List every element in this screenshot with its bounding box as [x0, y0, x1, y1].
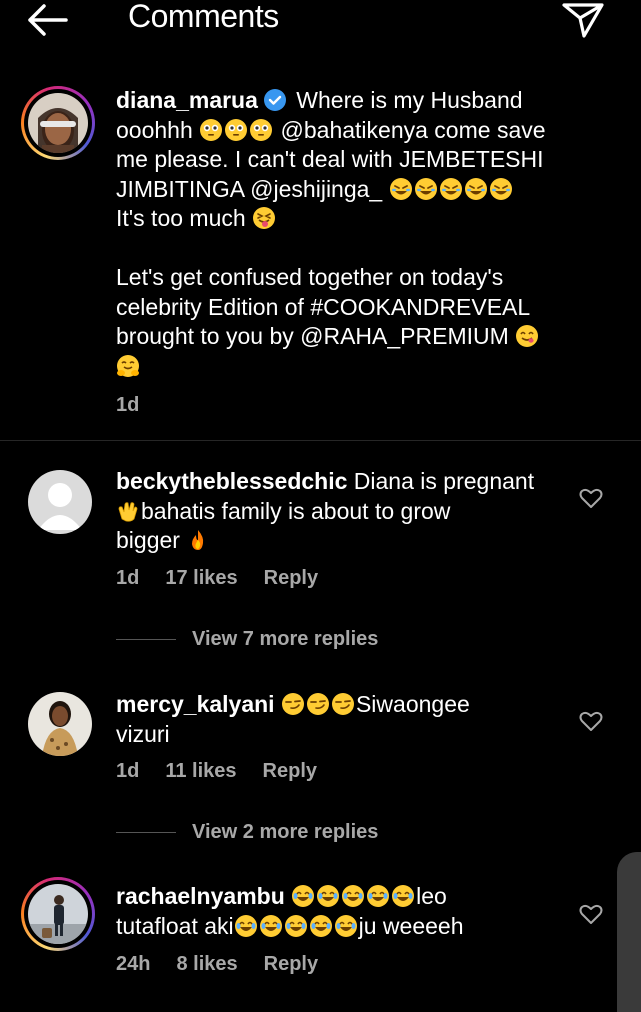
comment-body: beckytheblessedchic Diana is pregnant ba…: [116, 467, 566, 556]
divider: [116, 639, 176, 640]
clap-emoji-icon: [118, 501, 138, 522]
reply-button[interactable]: Reply: [264, 953, 318, 975]
flushed-emoji-icon: [250, 118, 273, 141]
hug-emoji-icon: [116, 353, 140, 378]
caption-text: JIMBITINGA @jeshijinga_: [116, 175, 383, 202]
rofl-emoji-icon: [413, 176, 438, 201]
tongue-emoji-icon: [252, 206, 276, 230]
post-caption: diana_marua Where is my Husband ooohhh @…: [0, 84, 641, 440]
view-more-replies[interactable]: View 2 more replies: [116, 821, 378, 844]
reply-button[interactable]: Reply: [264, 567, 318, 589]
share-button[interactable]: [560, 0, 606, 40]
comment-text: bigger: [116, 527, 180, 553]
comment-time: 24h: [116, 953, 151, 975]
comment-meta: 1d 17 likes Reply: [116, 567, 344, 590]
rofl-emoji-icon: [388, 176, 413, 201]
comment-time: 1d: [116, 567, 140, 589]
view-replies-label: View 7 more replies: [192, 628, 379, 650]
joy-emoji-icon: [316, 884, 340, 908]
caption-text: ooohhh: [116, 116, 193, 143]
story-ring[interactable]: [21, 86, 95, 160]
avatar: [28, 93, 88, 153]
comment-text: Diana is pregnant: [353, 468, 535, 494]
comment-text: tutafloat aki: [116, 912, 234, 939]
comment-body: rachaelnyambu leo tutafloat aki ju weeeeh: [116, 882, 566, 941]
comment-likes[interactable]: 11 likes: [165, 760, 236, 782]
smirk-emoji-icon: [331, 692, 355, 716]
heart-outline-icon[interactable]: [578, 486, 604, 510]
divider: [116, 832, 176, 833]
heart-outline-icon[interactable]: [578, 709, 604, 733]
comment-likes[interactable]: 17 likes: [165, 567, 237, 589]
caption-text: It's too much: [116, 205, 246, 231]
comment-text: ju weeeeh: [358, 912, 464, 939]
comment-text: bahatis family is about to grow: [141, 497, 451, 524]
rofl-emoji-icon: [438, 176, 463, 201]
heart-outline-icon[interactable]: [578, 902, 604, 926]
avatar: [28, 884, 88, 944]
comment-text: Siwaongee: [355, 691, 470, 717]
flushed-emoji-icon: [225, 118, 248, 141]
avatar[interactable]: [28, 692, 92, 756]
comment-likes[interactable]: 8 likes: [176, 953, 237, 975]
caption-username[interactable]: diana_marua: [116, 87, 258, 113]
smirk-emoji-icon: [281, 692, 305, 716]
avatar[interactable]: [28, 470, 92, 534]
caption-text: @bahatikenya come save: [280, 116, 546, 143]
verified-badge-icon: [263, 89, 286, 111]
comment-username[interactable]: mercy_kalyani: [116, 691, 275, 717]
scroll-handle[interactable]: [617, 852, 641, 1012]
caption-text: brought to you by @RAHA_PREMIUM: [116, 323, 509, 349]
yum-emoji-icon: [515, 324, 539, 348]
page-title: Comments: [128, 0, 279, 34]
divider: [0, 440, 641, 441]
reply-button[interactable]: Reply: [263, 760, 317, 782]
joy-emoji-icon: [233, 913, 258, 938]
joy-emoji-icon: [341, 884, 365, 908]
caption-meta: 1d: [116, 394, 165, 417]
comment-meta: 24h 8 likes Reply: [116, 953, 344, 976]
joy-emoji-icon: [308, 913, 333, 938]
joy-emoji-icon: [333, 913, 358, 938]
paper-plane-icon: [562, 3, 604, 38]
caption-time: 1d: [116, 394, 140, 416]
smirk-emoji-icon: [306, 692, 330, 716]
comment-text: leo: [416, 883, 447, 909]
caption-text: Where is my Husband: [296, 87, 523, 113]
fire-emoji-icon: [192, 530, 204, 550]
comment-body: mercy_kalyani Siwaongee vizuri: [116, 690, 566, 749]
view-more-replies[interactable]: View 7 more replies: [116, 628, 378, 651]
caption-text: celebrity Edition of #COOKANDREVEAL: [116, 293, 531, 320]
view-replies-label: View 2 more replies: [192, 821, 379, 843]
flushed-emoji-icon: [200, 118, 223, 141]
comment-text: vizuri: [116, 720, 170, 747]
comment-meta: 1d 11 likes Reply: [116, 760, 343, 783]
caption-text: Let's get confused together on today's: [116, 264, 504, 290]
rofl-emoji-icon: [488, 176, 513, 201]
joy-emoji-icon: [366, 884, 390, 908]
back-button[interactable]: [22, 2, 72, 38]
top-bar: Comments: [0, 0, 641, 42]
joy-emoji-icon: [291, 884, 315, 908]
comment-time: 1d: [116, 760, 140, 782]
comment-username[interactable]: rachaelnyambu: [116, 883, 285, 909]
arrow-left-icon: [28, 4, 68, 36]
caption-text: me please. I can't deal with JEMBETESHI: [116, 146, 544, 172]
joy-emoji-icon: [283, 913, 308, 938]
story-ring[interactable]: [21, 877, 95, 951]
comment-username[interactable]: beckytheblessedchic: [116, 468, 347, 494]
joy-emoji-icon: [258, 913, 283, 938]
rofl-emoji-icon: [463, 176, 488, 201]
joy-emoji-icon: [391, 884, 415, 908]
